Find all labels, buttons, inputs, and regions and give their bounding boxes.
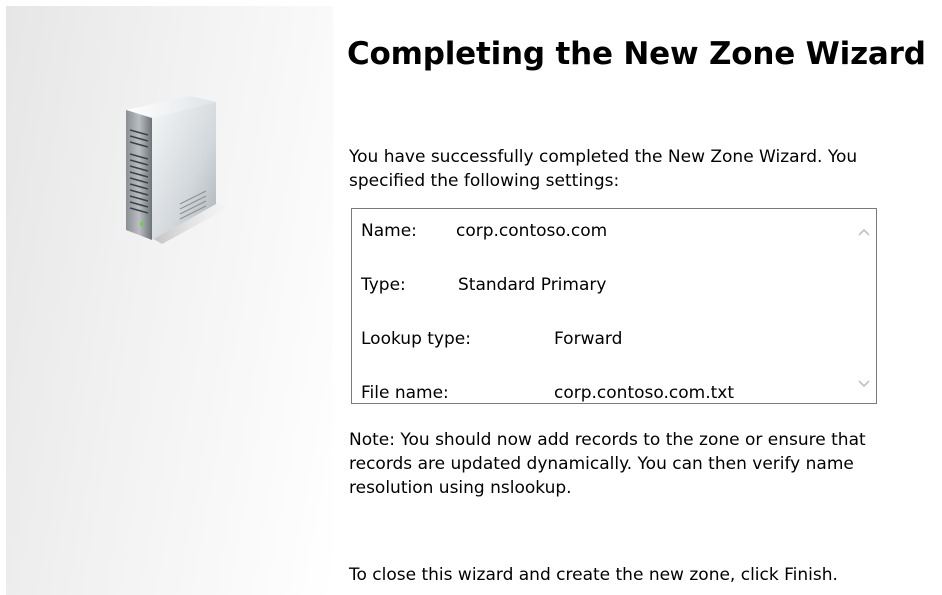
setting-label: File name: bbox=[361, 383, 449, 403]
setting-value: Forward bbox=[554, 329, 623, 349]
setting-label: Name: bbox=[361, 221, 417, 241]
note-text: Note: You should now add records to the … bbox=[349, 430, 866, 498]
settings-list: Name: corp.contoso.com Type: Standard Pr… bbox=[361, 221, 846, 403]
wizard-title: Completing the New Zone Wizard bbox=[347, 36, 926, 72]
setting-value: corp.contoso.com bbox=[456, 221, 608, 241]
setting-row-type: Type: Standard Primary bbox=[361, 275, 846, 295]
setting-row-name: Name: corp.contoso.com bbox=[361, 221, 846, 241]
chevron-down-icon[interactable] bbox=[857, 379, 871, 389]
setting-label: Lookup type: bbox=[361, 329, 471, 349]
wizard-side-panel bbox=[6, 6, 333, 595]
setting-row-lookup-type: Lookup type: Forward bbox=[361, 329, 846, 349]
setting-row-file-name: File name: corp.contoso.com.txt bbox=[361, 383, 846, 403]
chevron-up-icon[interactable] bbox=[857, 227, 871, 237]
setting-value: Standard Primary bbox=[458, 275, 607, 295]
settings-summary-box[interactable]: Name: corp.contoso.com Type: Standard Pr… bbox=[351, 208, 877, 404]
wizard-page: Completing the New Zone Wizard You have … bbox=[0, 0, 942, 595]
setting-value: corp.contoso.com.txt bbox=[554, 383, 734, 403]
settings-scrollbar[interactable] bbox=[852, 209, 876, 403]
setting-label: Type: bbox=[361, 275, 406, 295]
server-icon bbox=[126, 96, 228, 244]
intro-text: You have successfully completed the New … bbox=[349, 147, 858, 191]
finish-instruction-text: To close this wizard and create the new … bbox=[349, 565, 838, 585]
